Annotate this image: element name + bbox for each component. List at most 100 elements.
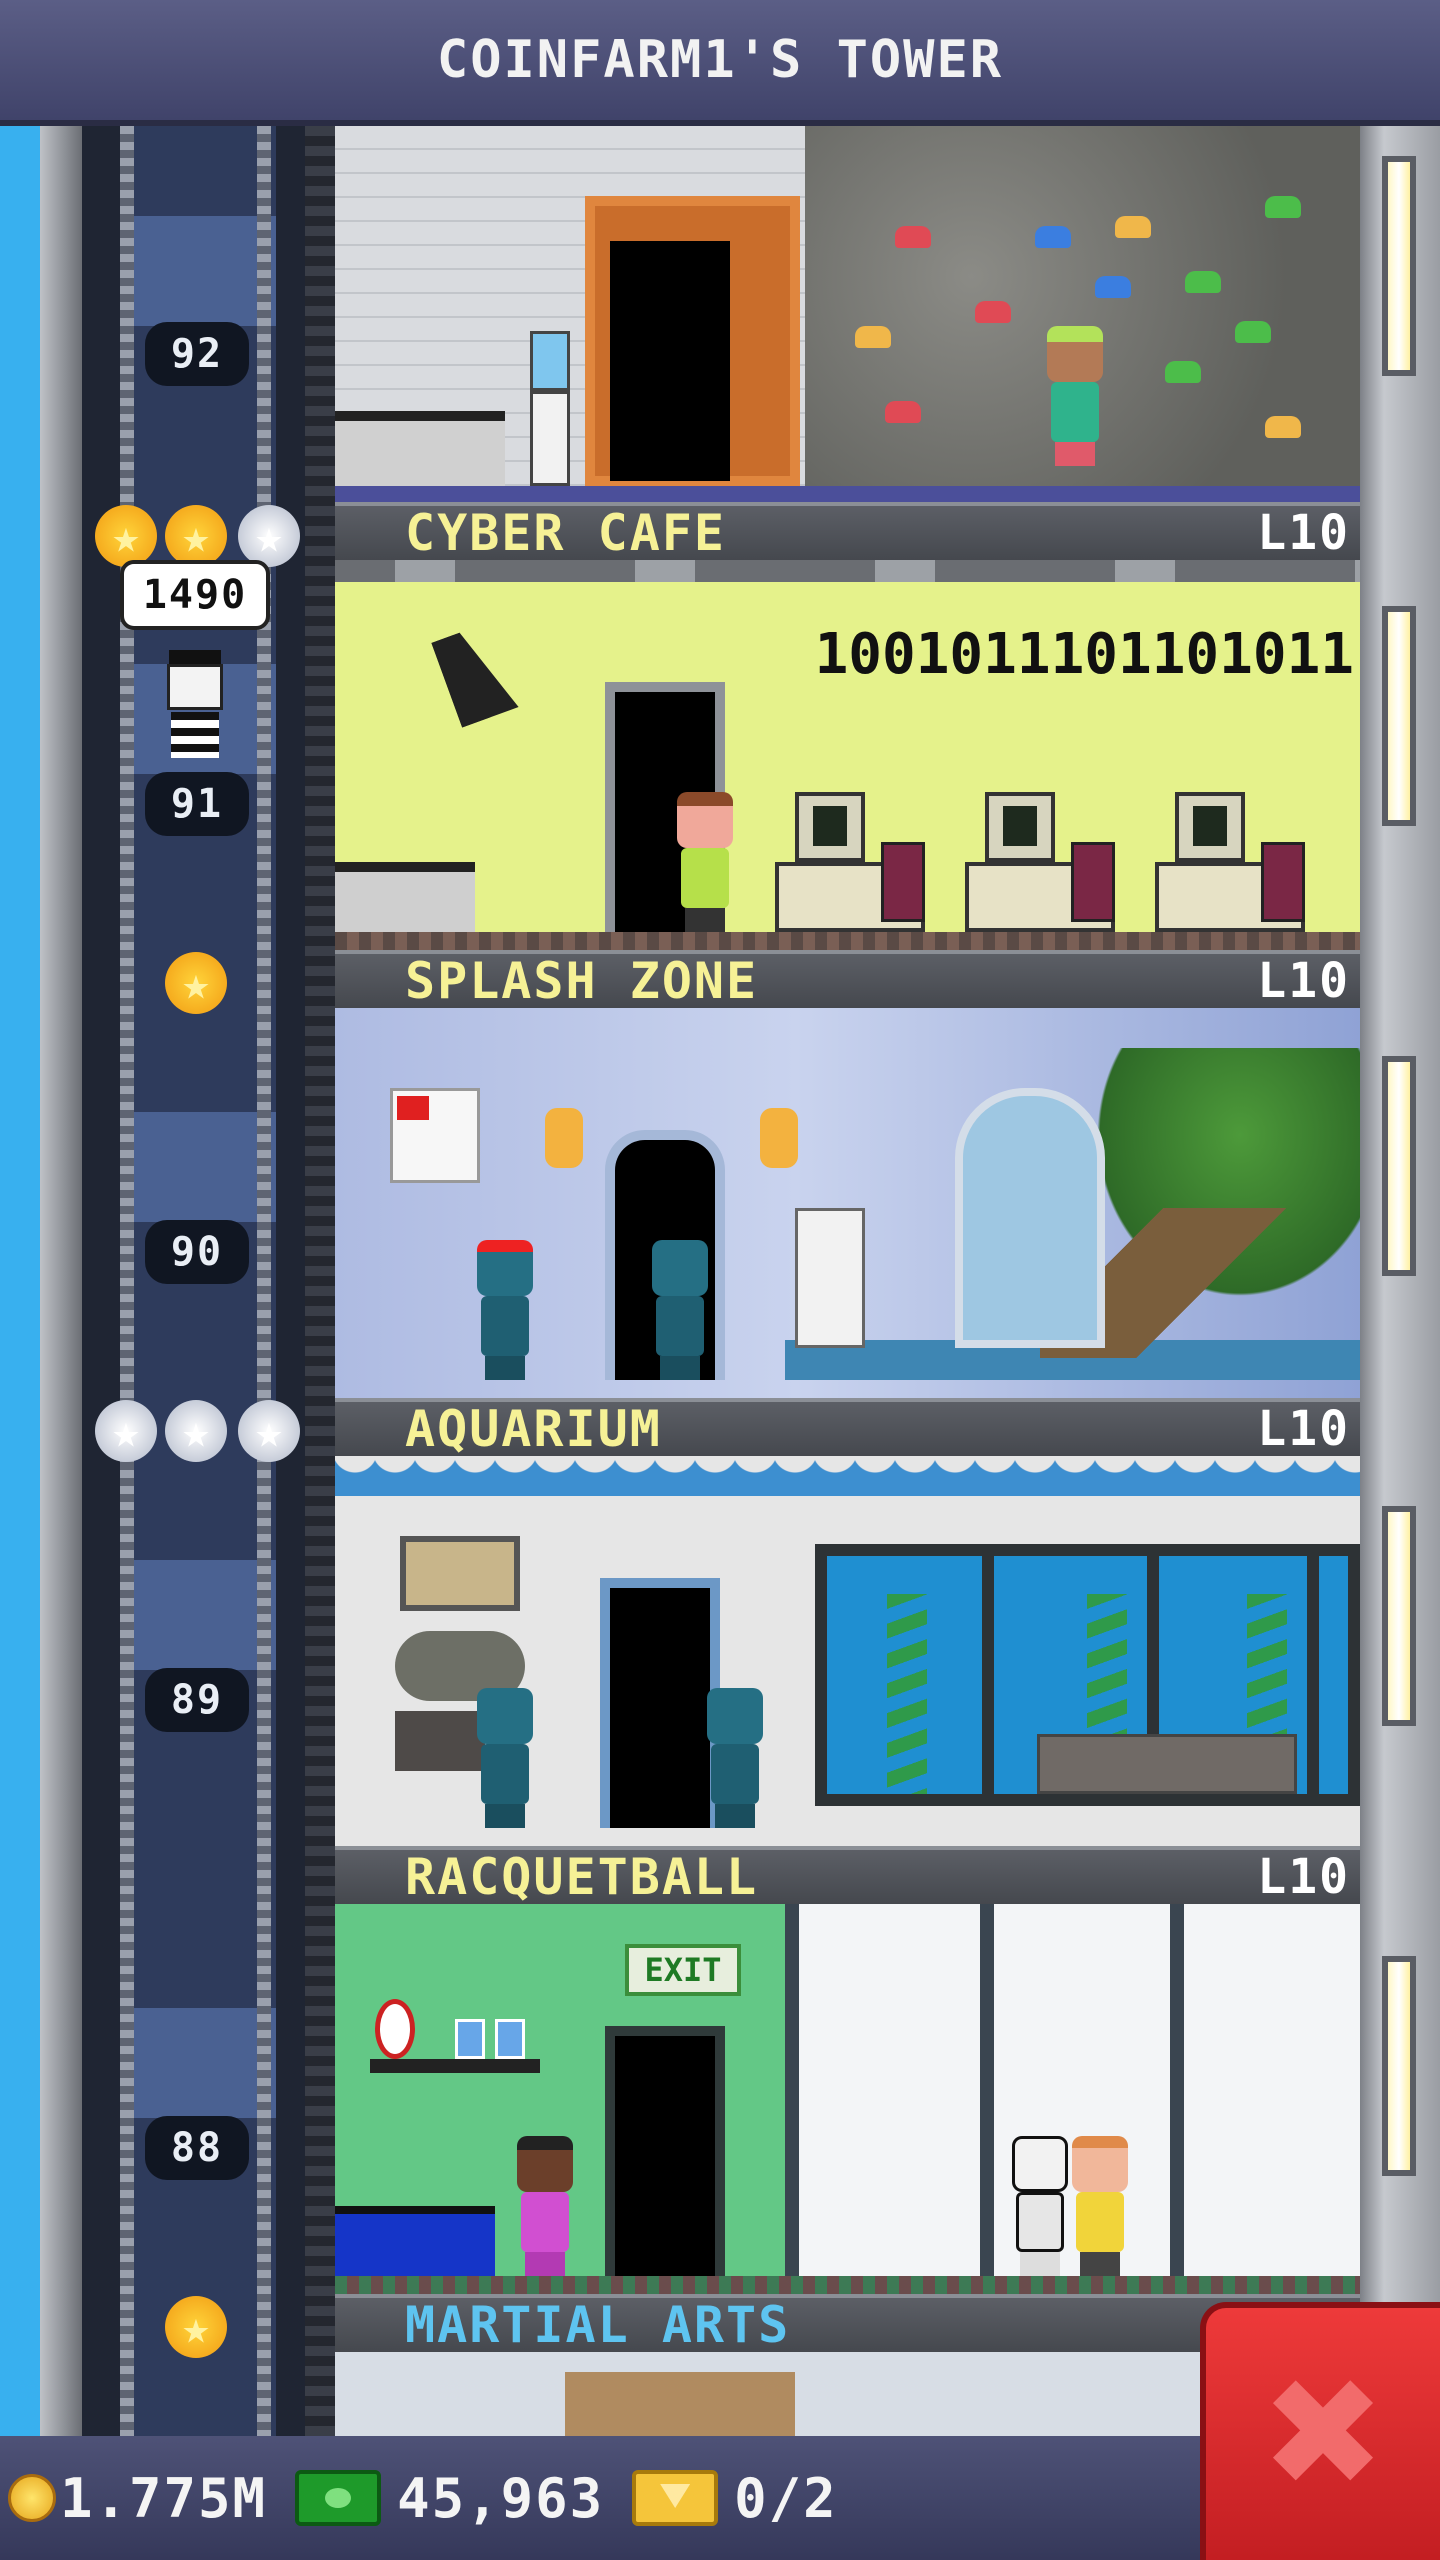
climbing-hold	[855, 326, 891, 348]
climber-bitizen[interactable]	[1035, 326, 1115, 486]
wall-lamp	[760, 1108, 798, 1168]
window	[1382, 156, 1416, 376]
elevator-rail	[305, 126, 335, 2436]
climbing-hold	[1265, 416, 1301, 438]
racquetball-room: EXIT	[335, 1904, 1360, 2294]
court-divider	[785, 1904, 799, 2276]
bitizen-legs	[485, 1804, 525, 1828]
bitizen-body	[656, 1296, 704, 1356]
wall-lamp	[545, 1108, 583, 1168]
bitizen-body	[521, 2192, 569, 2252]
floor-name: RACQUETBALL	[405, 1848, 759, 1906]
elevator-cable-left	[120, 126, 134, 2436]
climbing-hold	[1035, 226, 1071, 248]
court-divider	[1170, 1904, 1184, 2276]
tank-divider	[982, 1556, 994, 1794]
floor-level: L10	[1257, 953, 1350, 1009]
bitizen-body	[1051, 382, 1099, 442]
cafe-bitizen[interactable]	[665, 792, 745, 932]
climbing-hold	[1235, 321, 1271, 343]
elevator-bitizen[interactable]	[155, 650, 235, 760]
bitizen-head	[677, 792, 733, 848]
climbing-hold	[1115, 216, 1151, 238]
binary-text: 1001011101101011	[814, 622, 1354, 687]
glasses-bitizen[interactable]	[1060, 2136, 1140, 2276]
climbing-hold	[975, 301, 1011, 323]
ticket-icon	[632, 2470, 719, 2526]
bitizen-legs	[525, 2252, 565, 2276]
climbing-hold	[1185, 271, 1221, 293]
left-wall	[40, 126, 82, 2436]
climbing-hold	[885, 401, 921, 423]
ball-can	[455, 2019, 485, 2059]
monitor	[1175, 792, 1245, 862]
floor-name: MARTIAL ARTS	[405, 2296, 791, 2354]
floor-number-91: 91	[145, 772, 249, 836]
floor-name: SPLASH ZONE	[405, 952, 759, 1010]
door[interactable]	[605, 2026, 725, 2276]
floor-aquarium[interactable]: AQUARIUM L10	[335, 1398, 1360, 1846]
monitor	[795, 792, 865, 862]
diver-bitizen[interactable]	[465, 1688, 545, 1828]
window	[1382, 1506, 1416, 1726]
lifeguard-chair	[795, 1208, 865, 1348]
silver-star-icon: ★	[95, 1400, 157, 1462]
counter	[335, 2206, 495, 2276]
floor-splash-zone[interactable]: SPLASH ZONE L10	[335, 950, 1360, 1398]
bitizen-legs	[1080, 2252, 1120, 2276]
tank-divider	[1307, 1556, 1319, 1794]
aquarium-room	[335, 1456, 1360, 1846]
window	[1382, 1956, 1416, 2176]
wall-decoration	[565, 2372, 795, 2436]
silver-star-icon: ★	[238, 1400, 300, 1462]
chair	[1071, 842, 1115, 922]
floor-cyber-cafe[interactable]: CYBER CAFE L10 1001011101101011	[335, 502, 1360, 950]
tickets-display[interactable]: 0/2	[632, 2467, 838, 2530]
door[interactable]	[610, 241, 730, 481]
floor-trim	[335, 486, 1360, 502]
bitizen-legs	[685, 908, 725, 932]
floor-label: SPLASH ZONE L10	[335, 950, 1360, 1010]
bitizen-body	[481, 1744, 529, 1804]
diver-bitizen[interactable]	[465, 1240, 545, 1380]
floor-number-92: 92	[145, 322, 249, 386]
close-button[interactable]: ✖	[1200, 2302, 1440, 2560]
water-cooler-base	[530, 391, 570, 486]
computer-terminal	[965, 792, 1115, 932]
monitor	[985, 792, 1055, 862]
hat	[169, 650, 221, 664]
bitizen-body	[481, 1296, 529, 1356]
floor-92-climbing[interactable]	[335, 126, 1360, 502]
water-cooler	[530, 331, 570, 391]
close-icon: ✖	[1260, 2347, 1386, 2521]
gold-star-icon: ★	[165, 2296, 227, 2358]
elevator-cable-right	[257, 126, 271, 2436]
tickets-value: 0/2	[734, 2466, 838, 2530]
floor-name: CYBER CAFE	[405, 504, 727, 562]
racquetball-bitizen[interactable]	[505, 2136, 585, 2276]
floor-level: L10	[1257, 505, 1350, 561]
elevator-car[interactable]: 1490	[120, 560, 270, 765]
bitizen-body	[711, 1744, 759, 1804]
bitizen-head	[707, 1688, 763, 1744]
bitizen-body	[1076, 2192, 1124, 2252]
desk	[335, 411, 505, 486]
floor-racquetball[interactable]: RACQUETBALL L10 EXIT	[335, 1846, 1360, 2294]
gold-star-icon: ★	[95, 505, 157, 567]
bitizen-body	[681, 848, 729, 908]
diver-bitizen[interactable]	[640, 1240, 720, 1380]
title-bar: COINFARM1'S TOWER	[0, 0, 1440, 126]
floor-label: AQUARIUM L10	[335, 1398, 1360, 1458]
gold-star-icon: ★	[165, 505, 227, 567]
silver-star-icon: ★	[165, 1400, 227, 1462]
climbing-hold	[1265, 196, 1301, 218]
arched-window	[955, 1088, 1105, 1348]
diver-bitizen[interactable]	[695, 1688, 775, 1828]
coins-display[interactable]: 1.775M	[8, 2467, 267, 2530]
bux-display[interactable]: 45,963	[295, 2467, 604, 2530]
bitizen-legs	[715, 1804, 755, 1828]
floor-label: CYBER CAFE L10	[335, 502, 1360, 562]
striped-shirt	[171, 712, 219, 758]
bitizen-head	[1072, 2136, 1128, 2192]
bitizen-head	[477, 1688, 533, 1744]
